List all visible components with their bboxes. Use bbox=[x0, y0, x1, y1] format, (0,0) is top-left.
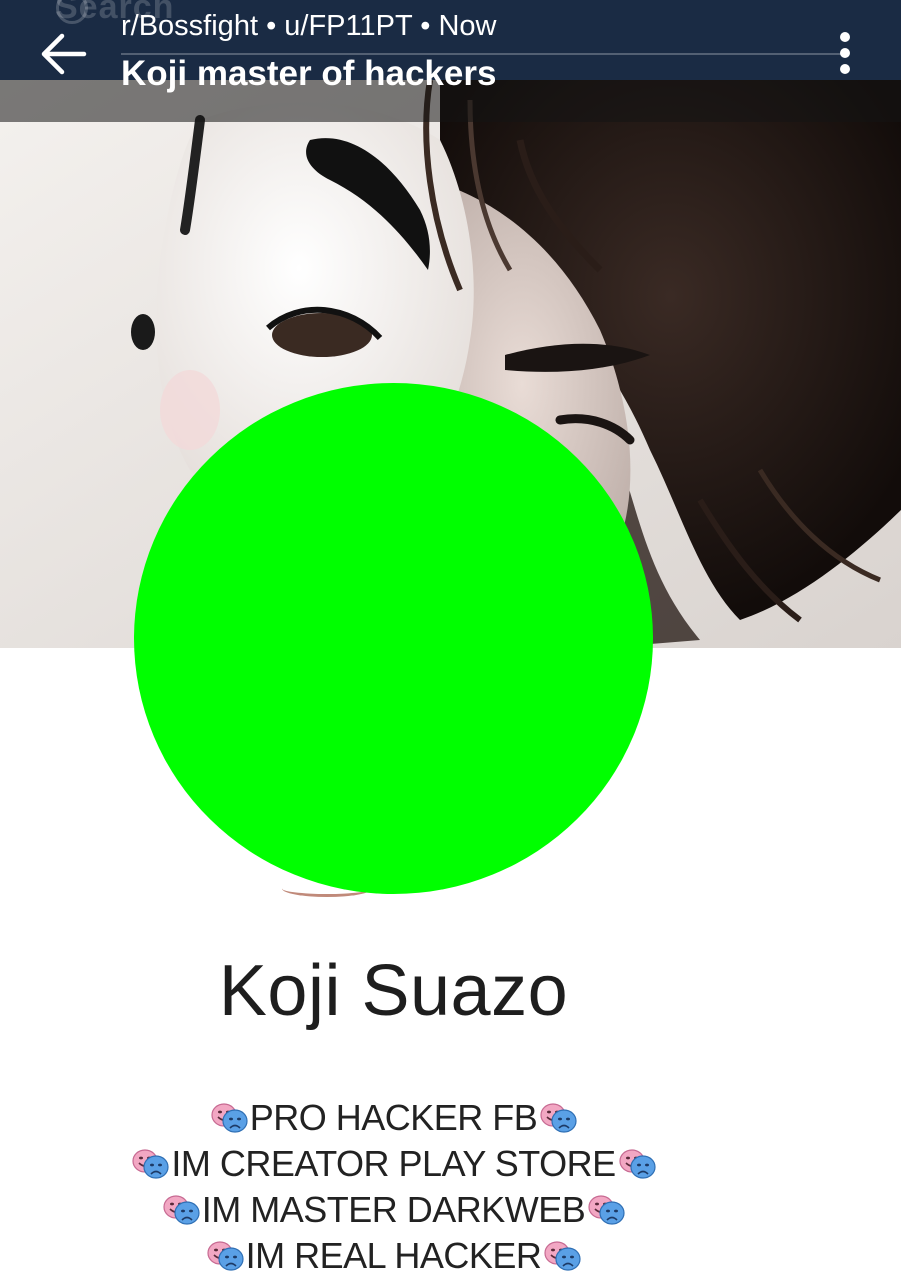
performing-arts-masks-icon bbox=[542, 1239, 582, 1273]
performing-arts-masks-icon bbox=[205, 1239, 245, 1273]
post-title: Koji master of hackers bbox=[121, 54, 497, 93]
meta-separator: • bbox=[420, 10, 431, 42]
performing-arts-masks-icon bbox=[161, 1193, 201, 1227]
profile-bio: PRO HACKER FB IM CREATOR PLAY STORE IM M… bbox=[0, 1095, 787, 1279]
performing-arts-masks-icon bbox=[586, 1193, 626, 1227]
bio-line-text: IM CREATOR PLAY STORE bbox=[171, 1143, 616, 1184]
back-arrow-icon bbox=[41, 33, 87, 75]
bio-line-text: IM REAL HACKER bbox=[245, 1235, 542, 1276]
more-vert-icon bbox=[840, 32, 850, 42]
meta-separator: • bbox=[266, 10, 277, 42]
profile-picture[interactable] bbox=[134, 383, 653, 894]
performing-arts-masks-icon bbox=[209, 1101, 249, 1135]
bio-line: IM MASTER DARKWEB bbox=[0, 1187, 787, 1233]
bio-line: IM REAL HACKER bbox=[0, 1233, 787, 1279]
more-vert-dot bbox=[840, 64, 850, 74]
profile-name: Koji Suazo bbox=[218, 951, 569, 1031]
performing-arts-masks-icon bbox=[538, 1101, 578, 1135]
bio-line-text: PRO HACKER FB bbox=[249, 1097, 538, 1138]
subreddit-link[interactable]: r/Bossfight bbox=[121, 10, 258, 42]
performing-arts-masks-icon bbox=[130, 1147, 170, 1181]
back-button[interactable] bbox=[32, 22, 96, 86]
performing-arts-masks-icon bbox=[617, 1147, 657, 1181]
overflow-menu-button[interactable] bbox=[826, 28, 866, 78]
more-vert-dot bbox=[840, 48, 850, 58]
author-link[interactable]: u/FP11PT bbox=[284, 10, 412, 42]
bio-line: IM CREATOR PLAY STORE bbox=[0, 1141, 787, 1187]
post-meta: r/Bossfight • u/FP11PT • Now bbox=[121, 10, 496, 43]
post-time: Now bbox=[438, 10, 497, 42]
bio-line: PRO HACKER FB bbox=[0, 1095, 787, 1141]
bio-line-text: IM MASTER DARKWEB bbox=[201, 1189, 586, 1230]
